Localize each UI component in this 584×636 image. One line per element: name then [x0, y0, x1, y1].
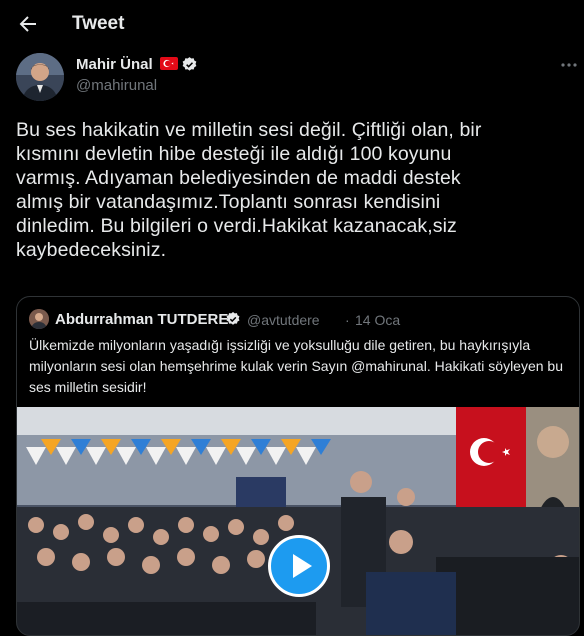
turkish-flag-icon [160, 57, 178, 70]
video-thumbnail[interactable] [17, 407, 579, 635]
avatar[interactable] [16, 53, 64, 101]
verified-icon [182, 57, 197, 71]
play-button[interactable] [268, 535, 330, 597]
more-icon[interactable] [560, 60, 578, 70]
quoted-date: 14 Oca [355, 312, 401, 328]
tweet-text: Bu ses hakikatin ve milletin sesi değil.… [16, 119, 482, 261]
verified-icon [226, 312, 240, 325]
separator-dot: · [345, 312, 350, 328]
top-bar: Tweet [0, 0, 584, 48]
quoted-tweet[interactable]: Abdurrahman TUTDERE @avtutdere · 14 Oca … [16, 296, 580, 636]
play-icon [293, 554, 312, 578]
page-title: Tweet [72, 13, 125, 34]
author-handle[interactable]: @mahirunal [76, 77, 157, 94]
quoted-text: Ülkemizde milyonların yaşadığı işsizliği… [29, 337, 564, 395]
author-name[interactable]: Mahir Ünal [76, 56, 153, 73]
quoted-handle: @avtutdere [247, 312, 320, 328]
quoted-author-name: Abdurrahman TUTDERE [55, 311, 229, 328]
quoted-avatar [29, 309, 49, 329]
arrow-left-icon[interactable] [16, 12, 40, 36]
